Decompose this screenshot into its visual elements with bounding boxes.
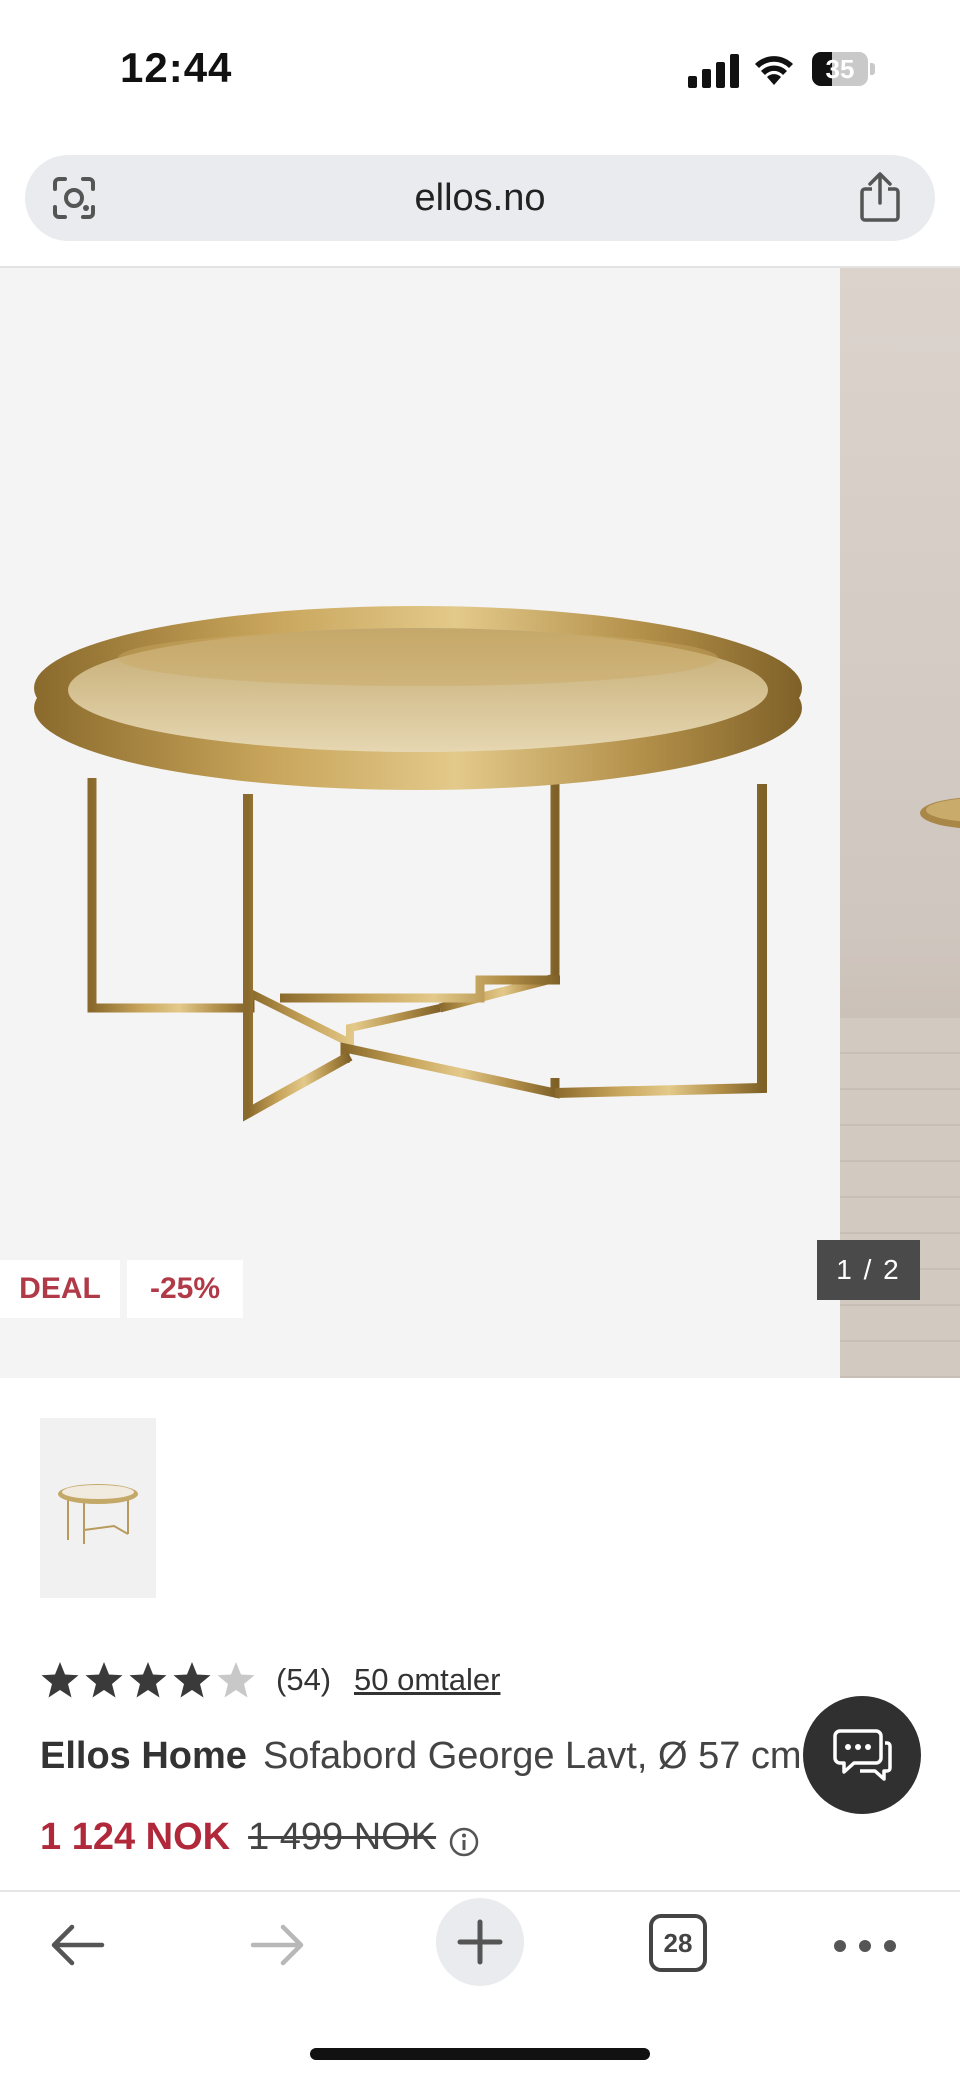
price-row: 1 124 NOK 1 499 NOK: [40, 1816, 480, 1859]
star-empty-icon: [217, 1662, 255, 1698]
plus-icon: [457, 1919, 503, 1965]
star-filled-icon: [129, 1662, 167, 1698]
reviews-link[interactable]: 50 omtaler: [354, 1662, 500, 1698]
url-text[interactable]: ellos.no: [25, 155, 935, 241]
deal-badge: DEAL: [0, 1260, 120, 1318]
battery-icon: 35: [812, 52, 876, 88]
product-rating[interactable]: (54) 50 omtaler: [40, 1658, 640, 1702]
next-image-tray: [920, 797, 960, 829]
original-price: 1 499 NOK: [248, 1816, 437, 1858]
rating-count: (54): [276, 1662, 332, 1697]
wifi-icon: [755, 56, 793, 85]
chat-icon: [833, 1729, 892, 1781]
current-price: 1 124 NOK: [40, 1816, 231, 1858]
image-thumbnail[interactable]: [40, 1418, 156, 1598]
star-filled-icon: [85, 1662, 123, 1698]
back-arrow-icon[interactable]: [44, 1892, 110, 2002]
star-filled-icon: [41, 1662, 79, 1698]
product-name: Sofabord George Lavt, Ø 57 cm: [262, 1735, 802, 1777]
brand-name[interactable]: Ellos Home: [40, 1735, 247, 1777]
coffee-table-illustration: [34, 606, 802, 1122]
new-tab-button[interactable]: [436, 1898, 524, 1986]
address-bar[interactable]: ellos.no: [25, 155, 935, 241]
next-product-image[interactable]: [840, 268, 960, 1378]
more-options-icon[interactable]: [830, 1892, 900, 2002]
status-bar: 12:44 35: [0, 0, 960, 140]
status-time: 12:44: [120, 44, 233, 91]
rating-stars: [40, 1658, 260, 1702]
thumbnail-image: [58, 1484, 138, 1544]
image-counter: 1 / 2: [817, 1240, 920, 1300]
star-filled-icon: [173, 1662, 211, 1698]
forward-arrow-icon[interactable]: [245, 1892, 311, 2002]
discount-badge: -25%: [127, 1260, 243, 1318]
product-image[interactable]: DEAL -25%: [0, 268, 840, 1378]
browser-toolbar: 28: [0, 1892, 960, 2002]
share-icon[interactable]: [855, 171, 905, 223]
chat-button[interactable]: [803, 1696, 921, 1814]
tab-switcher-button[interactable]: 28: [649, 1914, 707, 1972]
product-gallery[interactable]: DEAL -25% 1 / 2: [0, 268, 960, 1378]
cellular-signal-icon: [688, 54, 739, 88]
info-icon[interactable]: [448, 1826, 480, 1858]
product-title: Ellos Home Sofabord George Lavt, Ø 57 cm: [40, 1735, 802, 1778]
home-indicator[interactable]: [310, 2048, 650, 2060]
battery-level: 35: [825, 54, 855, 84]
